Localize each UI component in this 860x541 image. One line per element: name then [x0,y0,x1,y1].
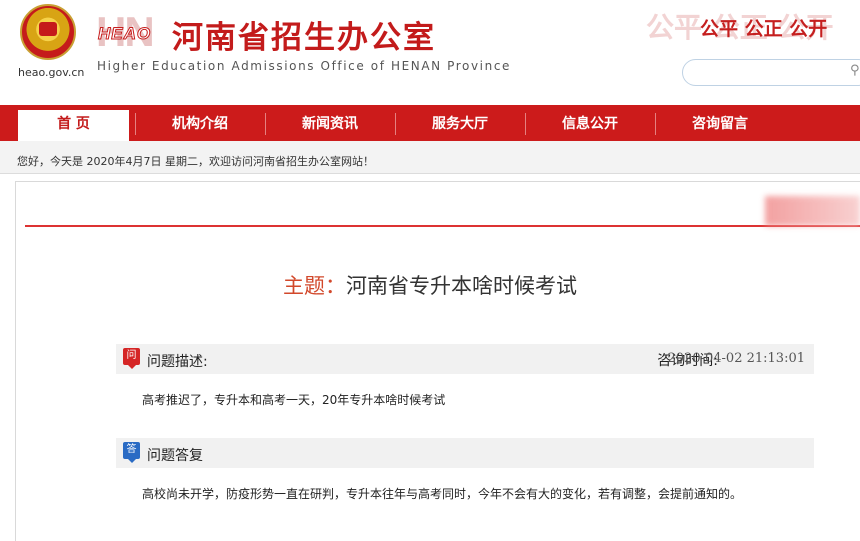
blurred-redaction [765,196,860,226]
welcome-text: 您好，今天是 2020年4月7日 星期二，欢迎访问河南省招生办公室网站！ [17,155,374,168]
topic-heading: 主题：河南省专升本啥时候考试 [0,270,860,300]
heao-logo[interactable]: HN HEAO [96,11,168,53]
consult-time-value: 2020-04-02 21:13:01 [667,351,805,366]
site-subtitle: Higher Education Admissions Office of HE… [97,59,512,73]
welcome-bar: 您好，今天是 2020年4月7日 星期二，欢迎访问河南省招生办公室网站！ [0,141,860,174]
nav-item-consult[interactable]: 咨询留言 [655,105,785,141]
search-input[interactable] [682,59,860,86]
site-header: heao.gov.cn HN HEAO 河南省招生办公室 Higher Educ… [0,0,860,105]
question-badge-icon: 问 [123,348,140,369]
answer-heading: 问题答复 [147,448,203,464]
nav-item-about[interactable]: 机构介绍 [135,105,265,141]
nav-item-services[interactable]: 服务大厅 [395,105,525,141]
search-icon[interactable]: ⚲ [850,63,860,78]
answer-body: 高校尚未开学，防疫形势一直在研判，专升本往年与高考同时，今年不会有大的变化，若有… [142,487,743,501]
site-url[interactable]: heao.gov.cn [18,66,84,79]
answer-badge-icon: 答 [123,442,140,463]
heao-logo-text: HEAO [97,24,152,44]
nav-item-news[interactable]: 新闻资讯 [265,105,395,141]
slogan-text: 公平 公正 公开 [700,18,828,40]
nav-item-home[interactable]: 首 页 [18,110,129,141]
question-heading: 问题描述: [147,354,208,370]
topic-title: 河南省专升本啥时候考试 [346,274,577,298]
red-divider [25,225,860,227]
answer-header: 答 问题答复 [116,438,814,468]
national-emblem-icon [20,4,76,60]
question-header: 问 问题描述: 咨询时间: 2020-04-02 21:13:01 [116,344,814,374]
site-title: 河南省招生办公室 [172,20,436,56]
question-body: 高考推迟了，专升本和高考一天，20年专升本啥时候考试 [142,393,446,407]
main-nav: 首 页 机构介绍 新闻资讯 服务大厅 信息公开 咨询留言 [0,105,860,141]
nav-item-disclosure[interactable]: 信息公开 [525,105,655,141]
topic-label: 主题： [283,274,346,298]
slogan: 公平 公正 公开 公平 公正 公开 [646,6,860,46]
